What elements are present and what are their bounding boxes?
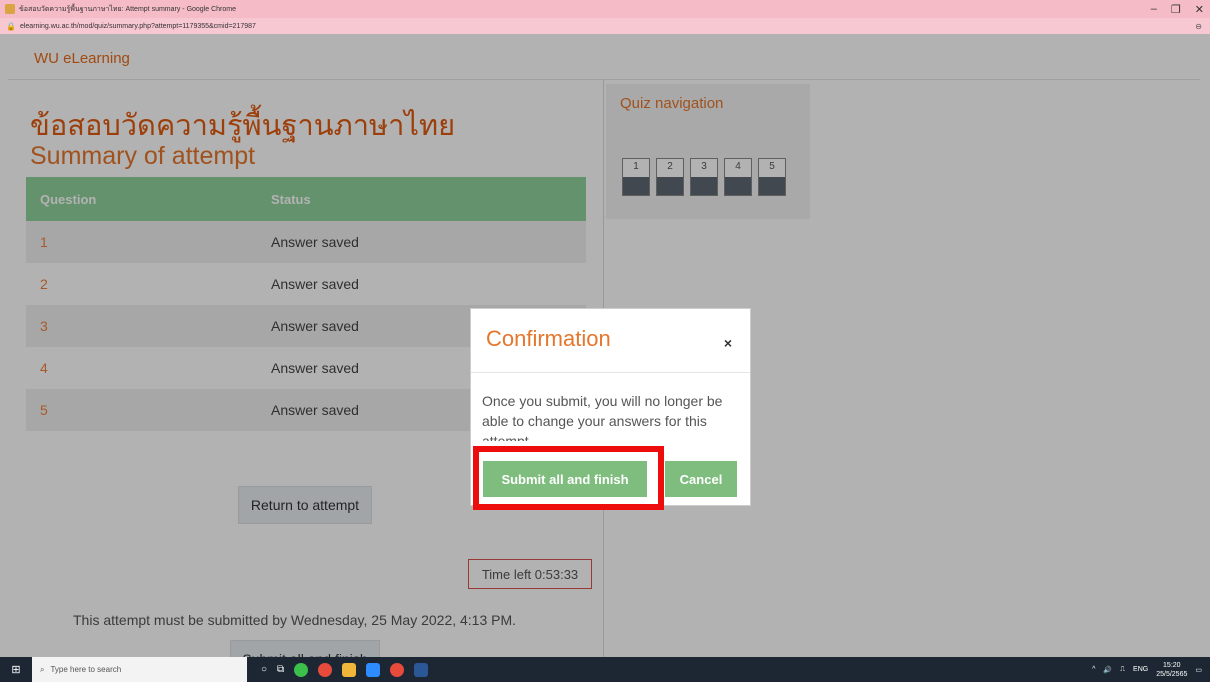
cortana-icon[interactable]: ○ <box>261 664 267 675</box>
windows-start-icon[interactable]: ⊞ <box>0 657 32 682</box>
taskbar-clock[interactable]: 15:20 25/5/2565 <box>1156 661 1187 679</box>
dialog-header: Confirmation × <box>471 309 750 373</box>
url-text[interactable]: elearning.wu.ac.th/mod/quiz/summary.php?… <box>20 23 256 30</box>
clock-date: 25/5/2565 <box>1156 670 1188 678</box>
line-app-icon[interactable] <box>294 662 309 677</box>
zoom-app-icon[interactable] <box>366 662 381 677</box>
cancel-button[interactable]: Cancel <box>665 461 737 497</box>
taskbar-apps: ○ ⧉ <box>261 662 429 677</box>
zoom-icon[interactable]: ⊖ <box>1195 22 1202 31</box>
language-indicator[interactable]: ENG <box>1133 666 1148 673</box>
taskbar-search-input[interactable]: ⌕ Type here to search <box>32 657 247 682</box>
system-tray: ^ 🔊 ⎍ ENG 15:20 25/5/2565 ▭ <box>1092 657 1202 682</box>
highlight-box <box>473 446 664 510</box>
browser-title-bar: ข้อสอบวัดความรู้พื้นฐานภาษาไทย: Attempt … <box>0 0 1210 18</box>
clock-time: 15:20 <box>1163 661 1181 669</box>
word-icon[interactable] <box>414 662 429 677</box>
chrome-icon[interactable] <box>318 662 333 677</box>
close-window-icon[interactable]: ✕ <box>1195 3 1204 16</box>
task-view-icon[interactable]: ⧉ <box>277 664 284 675</box>
favicon-icon <box>5 4 15 14</box>
search-placeholder: Type here to search <box>50 665 122 674</box>
windows-taskbar: ⊞ ⌕ Type here to search ○ ⧉ ^ 🔊 ⎍ ENG 15… <box>0 657 1210 682</box>
search-icon: ⌕ <box>40 664 45 674</box>
dialog-title: Confirmation <box>486 326 611 351</box>
tray-chevron-icon[interactable]: ^ <box>1092 666 1095 673</box>
network-icon[interactable]: ⎍ <box>1120 666 1125 674</box>
minimize-icon[interactable]: – <box>1151 3 1157 15</box>
chrome-active-icon[interactable] <box>390 662 405 677</box>
dialog-message: Once you submit, you will no longer be a… <box>482 393 723 441</box>
window-controls: – ❐ ✕ <box>1151 0 1204 18</box>
window-title: ข้อสอบวัดความรู้พื้นฐานภาษาไทย: Attempt … <box>19 5 236 13</box>
maximize-icon[interactable]: ❐ <box>1171 3 1181 16</box>
volume-icon[interactable]: 🔊 <box>1103 666 1112 674</box>
close-icon[interactable]: × <box>724 335 732 351</box>
lock-icon[interactable]: 🔒 <box>6 22 16 31</box>
file-explorer-icon[interactable] <box>342 662 357 677</box>
address-bar[interactable]: 🔒 elearning.wu.ac.th/mod/quiz/summary.ph… <box>0 18 1210 34</box>
notification-icon[interactable]: ▭ <box>1195 666 1202 674</box>
